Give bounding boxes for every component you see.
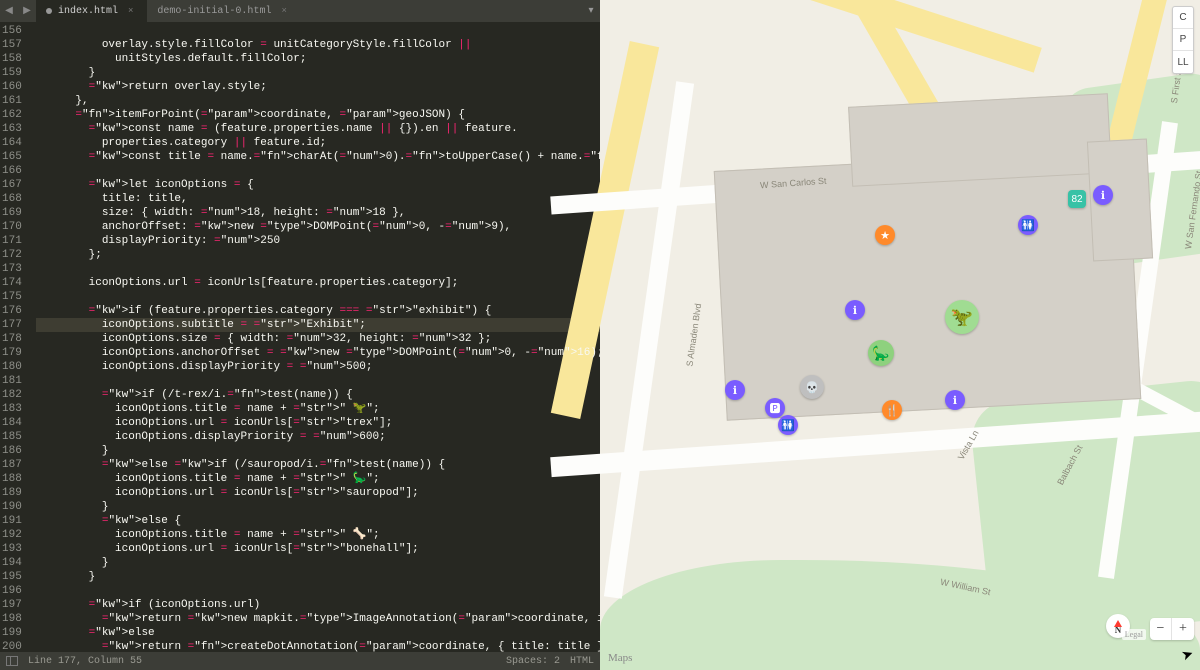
map-mode-controls: C P LL	[1172, 6, 1194, 74]
indent-setting[interactable]: Spaces: 2	[506, 656, 560, 667]
map-annotation[interactable]: ℹ︎	[1093, 185, 1113, 205]
tab-index-html[interactable]: index.html ×	[36, 0, 147, 22]
map-annotation[interactable]: ℹ︎	[945, 390, 965, 410]
tab-bar: ◀ ▶ index.html × demo-initial-0.html × ▾	[0, 0, 600, 22]
map-control-ll[interactable]: LL	[1173, 51, 1193, 73]
map-annotation[interactable]: 🦖	[945, 300, 979, 334]
syntax-mode[interactable]: HTML	[570, 656, 594, 667]
map-preview-pane: W San Carlos St S Almaden Blvd S First S…	[600, 0, 1200, 670]
code-editor[interactable]: 1561571581591601611621631641651661671681…	[0, 22, 600, 652]
map-legal-link[interactable]: Legal	[1122, 629, 1146, 640]
street-label: S Almaden Blvd	[684, 303, 703, 367]
cursor-position: Line 177, Column 55	[28, 656, 142, 667]
zoom-controls: − +	[1150, 618, 1194, 640]
editor-pane: ◀ ▶ index.html × demo-initial-0.html × ▾…	[0, 0, 600, 670]
tab-close-icon[interactable]: ×	[128, 6, 133, 16]
nav-back-icon[interactable]: ◀	[0, 0, 18, 22]
map-annotation[interactable]: 💀	[800, 375, 824, 399]
map-annotation[interactable]: 82	[1068, 190, 1086, 208]
map-annotation[interactable]: 🚻	[1018, 215, 1038, 235]
map-control-c[interactable]: C	[1173, 7, 1193, 29]
map-annotation[interactable]: ★	[875, 225, 895, 245]
map-annotation[interactable]: ℹ︎	[845, 300, 865, 320]
apple-maps-logo: Maps	[608, 652, 632, 664]
map-control-p[interactable]: P	[1173, 29, 1193, 51]
status-bar: Line 177, Column 55 Spaces: 2 HTML	[0, 652, 600, 670]
tab-dirty-dot-icon	[46, 8, 52, 14]
map-canvas[interactable]: W San Carlos St S Almaden Blvd S First S…	[600, 0, 1200, 670]
code-area[interactable]: overlay.style.fillColor = unitCategorySt…	[30, 22, 600, 652]
tab-close-icon[interactable]: ×	[281, 6, 286, 16]
map-annotation[interactable]: ℹ︎	[725, 380, 745, 400]
nav-forward-icon[interactable]: ▶	[18, 0, 36, 22]
map-annotation[interactable]: 🍴	[882, 400, 902, 420]
tab-label: index.html	[58, 6, 118, 17]
panel-layout-icon[interactable]	[6, 656, 18, 666]
map-annotation[interactable]: 🚻	[778, 415, 798, 435]
map-annotation[interactable]: 🦕	[868, 340, 894, 366]
zoom-in-button[interactable]: +	[1172, 618, 1194, 640]
tab-demo-initial[interactable]: demo-initial-0.html ×	[147, 0, 300, 22]
map-annotation[interactable]: 🅿︎	[765, 398, 785, 418]
tab-overflow-dropdown-icon[interactable]: ▾	[582, 0, 600, 22]
line-number-gutter: 1561571581591601611621631641651661671681…	[0, 22, 30, 652]
tab-label: demo-initial-0.html	[157, 6, 271, 17]
zoom-out-button[interactable]: −	[1150, 618, 1172, 640]
